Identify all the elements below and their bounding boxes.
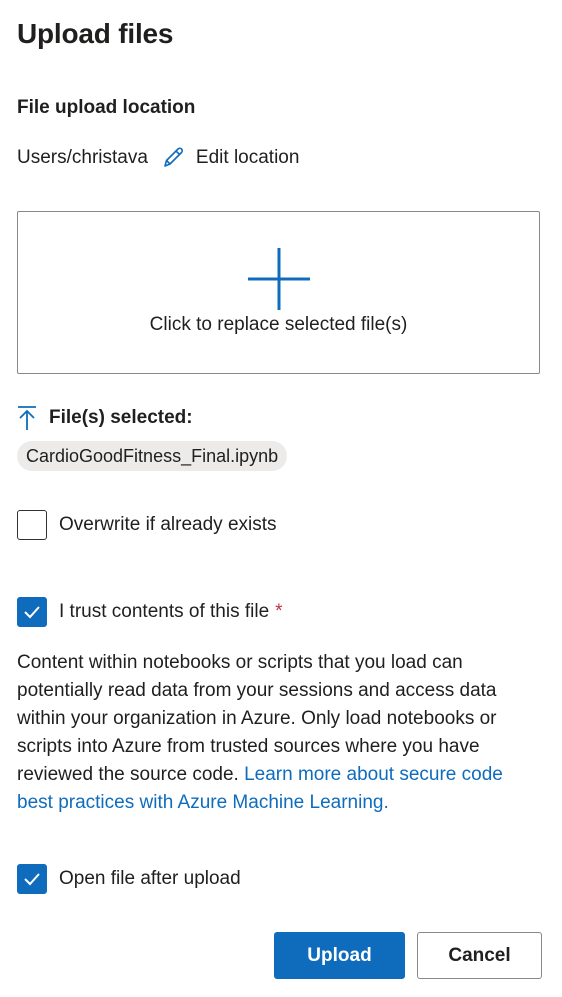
trust-label: I trust contents of this file <box>59 601 270 622</box>
plus-icon <box>248 248 310 310</box>
open-after-label: Open file after upload <box>59 868 241 889</box>
upload-arrow-icon <box>18 406 36 430</box>
open-after-checkbox-row[interactable]: Open file after upload <box>17 864 241 894</box>
checkmark-icon <box>24 606 40 619</box>
file-dropzone[interactable]: Click to replace selected file(s) <box>17 211 540 374</box>
security-notice: Content within notebooks or scripts that… <box>17 649 537 817</box>
selected-file-chip: CardioGoodFitness_Final.ipynb <box>17 441 288 471</box>
edit-location-button[interactable]: Edit location <box>160 145 300 171</box>
checkmark-icon <box>24 873 40 886</box>
cancel-button[interactable]: Cancel <box>417 932 542 979</box>
dropzone-text: Click to replace selected file(s) <box>149 314 408 335</box>
files-selected-header: File(s) selected: <box>17 405 193 431</box>
location-path: Users/christava <box>17 147 148 168</box>
open-after-checkbox[interactable] <box>17 864 47 894</box>
overwrite-checkbox-row[interactable]: Overwrite if already exists <box>17 510 277 540</box>
required-marker: * <box>275 601 283 622</box>
overwrite-label: Overwrite if already exists <box>59 514 277 535</box>
files-selected-label: File(s) selected: <box>49 407 193 428</box>
dialog-title: Upload files <box>17 18 174 49</box>
trust-checkbox-row[interactable]: I trust contents of this file * <box>17 597 283 627</box>
edit-location-label: Edit location <box>195 147 300 168</box>
trust-checkbox[interactable] <box>17 597 47 627</box>
upload-button[interactable]: Upload <box>274 932 405 979</box>
location-row: Users/christava Edit location <box>17 145 299 171</box>
overwrite-checkbox[interactable] <box>17 510 47 540</box>
pencil-icon <box>164 147 183 167</box>
upload-location-label: File upload location <box>17 97 196 118</box>
